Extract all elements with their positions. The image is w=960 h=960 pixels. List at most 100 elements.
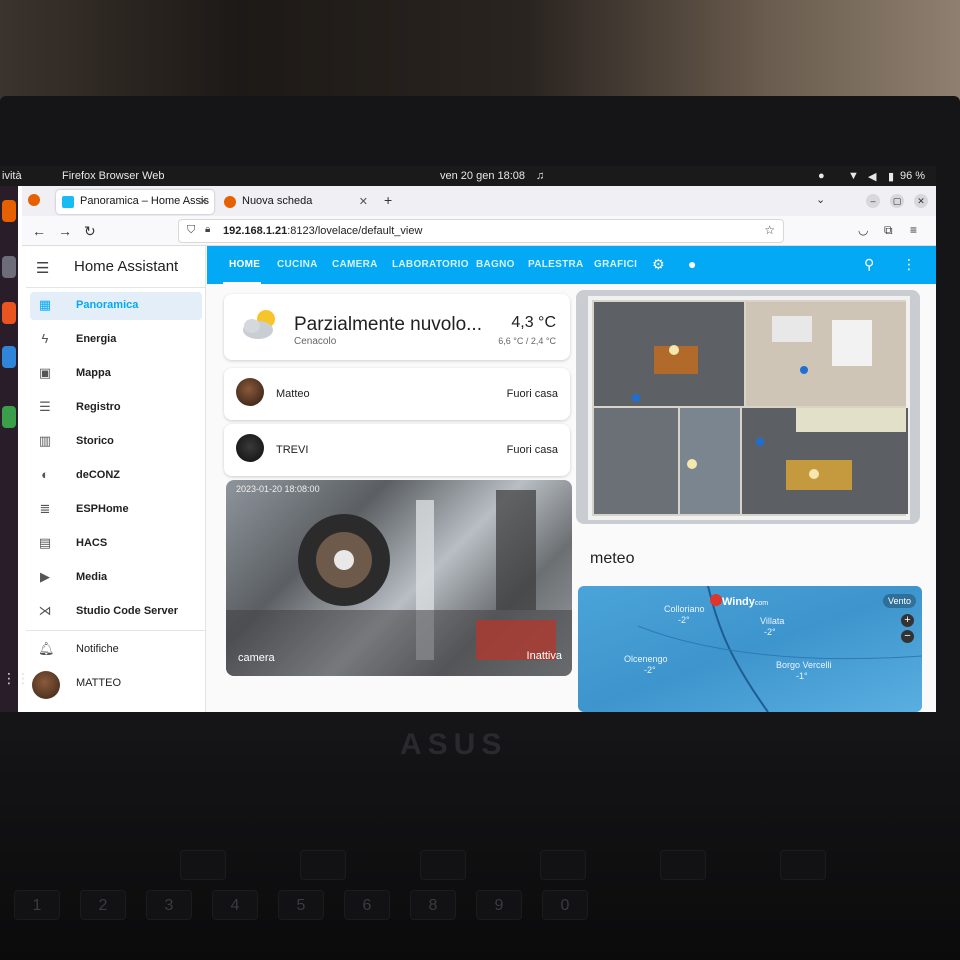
battery-level: 96 % [900,170,926,182]
home-assistant-app: ☰ Home Assistant ▦ Panoramica ϟ Energia … [26,246,936,712]
person-state: Fuori casa [506,444,558,456]
help-icon[interactable] [2,346,16,368]
chart-icon: ▥ [38,433,52,448]
windy-brand[interactable]: Windycom [722,596,768,608]
minimize-button[interactable]: – [866,194,880,208]
volume-icon[interactable]: ◀ [868,170,876,183]
person-name: TREVI [276,444,309,456]
zoom-out-button[interactable]: − [901,630,914,643]
new-tab-button[interactable]: + [384,192,392,208]
person-row[interactable]: Matteo Fuori casa [224,368,570,420]
floorplan-image [588,296,910,520]
menu-collapse-icon[interactable]: ☰ [36,259,49,277]
sidebar-item-panoramica[interactable]: ▦ Panoramica [30,292,202,320]
gnome-top-bar: ività Firefox Browser Web ven 20 gen 18:… [0,166,936,186]
accessibility-icon[interactable]: ● [818,170,825,182]
search-icon[interactable]: ⚲ [864,256,874,273]
person-row[interactable]: TREVI Fuori casa [224,424,570,476]
close-tab-icon[interactable]: ✕ [199,195,208,208]
more-icon[interactable]: ⋮ [902,256,916,273]
pocket-icon[interactable]: ◡ [858,223,868,237]
person-name: Matteo [276,388,310,400]
close-window-button[interactable]: ✕ [914,194,928,208]
shield-icon[interactable]: ⛉ [187,224,195,237]
apps-grid-icon[interactable]: ⋮⋮ [2,670,30,692]
files-icon[interactable] [2,256,16,278]
sidebar-item-label: Panoramica [76,299,139,311]
sidebar-item-label: Registro [76,401,121,413]
battery-icon[interactable]: ▮ [888,170,894,183]
menu-icon[interactable]: ≡ [910,223,917,237]
tab-cucina[interactable]: CUCINA [277,259,318,270]
camera-timestamp: 2023-01-20 18:08:00 [236,484,320,494]
sidebar-item-studio-code-server[interactable]: ⋊ Studio Code Server [30,598,202,626]
map-place: Colloriano [664,604,705,614]
person-icon[interactable]: ● [688,256,696,272]
lock-icon[interactable]: 🔒︎ [205,224,210,235]
camera-card[interactable]: 2023-01-20 18:08:00 camera Inattiva [226,480,572,676]
map-value: -2° [644,665,656,675]
reload-button[interactable]: ↻ [84,223,96,240]
sidebar-item-esphome[interactable]: ≣ ESPHome [30,496,202,524]
weather-location: Cenacolo [294,336,337,347]
trash-icon[interactable] [2,406,16,428]
sidebar-item-mappa[interactable]: ▣ Mappa [30,360,202,388]
sidebar-item-label: MATTEO [76,677,122,689]
close-tab-icon[interactable]: ✕ [359,195,368,208]
list-tabs-icon[interactable]: ⌄ [816,193,825,206]
sidebar-item-notifiche[interactable]: 🔔︎ Notifiche [30,636,202,664]
windy-brand-name: Windy [722,596,755,608]
windy-map[interactable]: Windycom Vento + − Colloriano -2° Villat… [578,586,922,712]
sidebar-item-energia[interactable]: ϟ Energia [30,326,202,354]
tab-home-assistant[interactable]: Panoramica – Home Assis ✕ [56,190,214,214]
software-icon[interactable] [2,302,16,324]
floorplan-card[interactable] [576,290,920,524]
tab-new[interactable]: Nuova scheda ✕ [218,190,374,214]
sidebar-item-registro[interactable]: ☰ Registro [30,394,202,422]
activities-button[interactable]: ività [2,170,22,182]
laptop-keyboard: 1 2 3 4 5 6 8 9 0 [0,740,960,960]
sidebar-item-hacs[interactable]: ▤ HACS [30,530,202,558]
meteo-title: meteo [590,550,635,567]
url-bar[interactable]: ⛉ 🔒︎ 192.168.1.21:8123/lovelace/default_… [178,219,784,243]
app-menu[interactable]: Firefox Browser Web [62,170,165,182]
sidebar-item-label: HACS [76,537,108,549]
sidebar-item-label: Energia [76,333,117,345]
map-place: Villata [760,616,785,626]
extensions-icon[interactable]: ⧉ [884,223,893,238]
avatar [236,378,264,406]
zoom-in-button[interactable]: + [901,614,914,627]
tab-bagno[interactable]: BAGNO [476,259,515,270]
firefox-favicon [224,196,236,208]
tab-camera[interactable]: CAMERA [332,259,378,270]
sidebar-item-label: Studio Code Server [76,605,179,617]
weather-card[interactable]: Parzialmente nuvolo... Cenacolo 4,3 °C 6… [224,294,570,360]
forward-button[interactable]: → [58,223,72,239]
sidebar-item-deconz[interactable]: ◐ deCONZ [30,462,202,490]
browser-tab-bar: Panoramica – Home Assis ✕ Nuova scheda ✕… [22,186,936,216]
ha-app-title: Home Assistant [74,258,179,275]
firefox-view-icon[interactable] [28,194,40,206]
sidebar-item-label: Storico [76,435,114,447]
clock[interactable]: ven 20 gen 18:08 [440,170,525,182]
gear-icon[interactable]: ⚙ [652,256,665,273]
weather-condition: Parzialmente nuvolo... [294,314,482,335]
tab-home[interactable]: HOME [229,259,260,270]
bookmark-star-icon[interactable]: ☆ [764,223,775,237]
weather-temperature: 4,3 °C [511,314,556,331]
tab-palestra[interactable]: PALESTRA [528,259,584,270]
back-button[interactable]: ← [32,223,46,239]
wind-layer-toggle[interactable]: Vento [882,594,916,608]
avatar[interactable] [32,671,60,699]
camera-state: Inattiva [526,650,562,662]
home-assistant-favicon [62,196,74,208]
camera-name: camera [238,652,275,664]
tab-grafici[interactable]: GRAFICI [594,259,637,270]
dock: ⋮⋮ [0,186,30,712]
firefox-icon[interactable] [2,200,16,222]
sidebar-item-media[interactable]: ▶ Media [30,564,202,592]
maximize-button[interactable]: ▢ [890,194,904,208]
tab-laboratorio[interactable]: LABORATORIO [392,259,469,270]
wifi-icon[interactable]: ▼ [848,170,859,182]
sidebar-item-storico[interactable]: ▥ Storico [30,428,202,456]
